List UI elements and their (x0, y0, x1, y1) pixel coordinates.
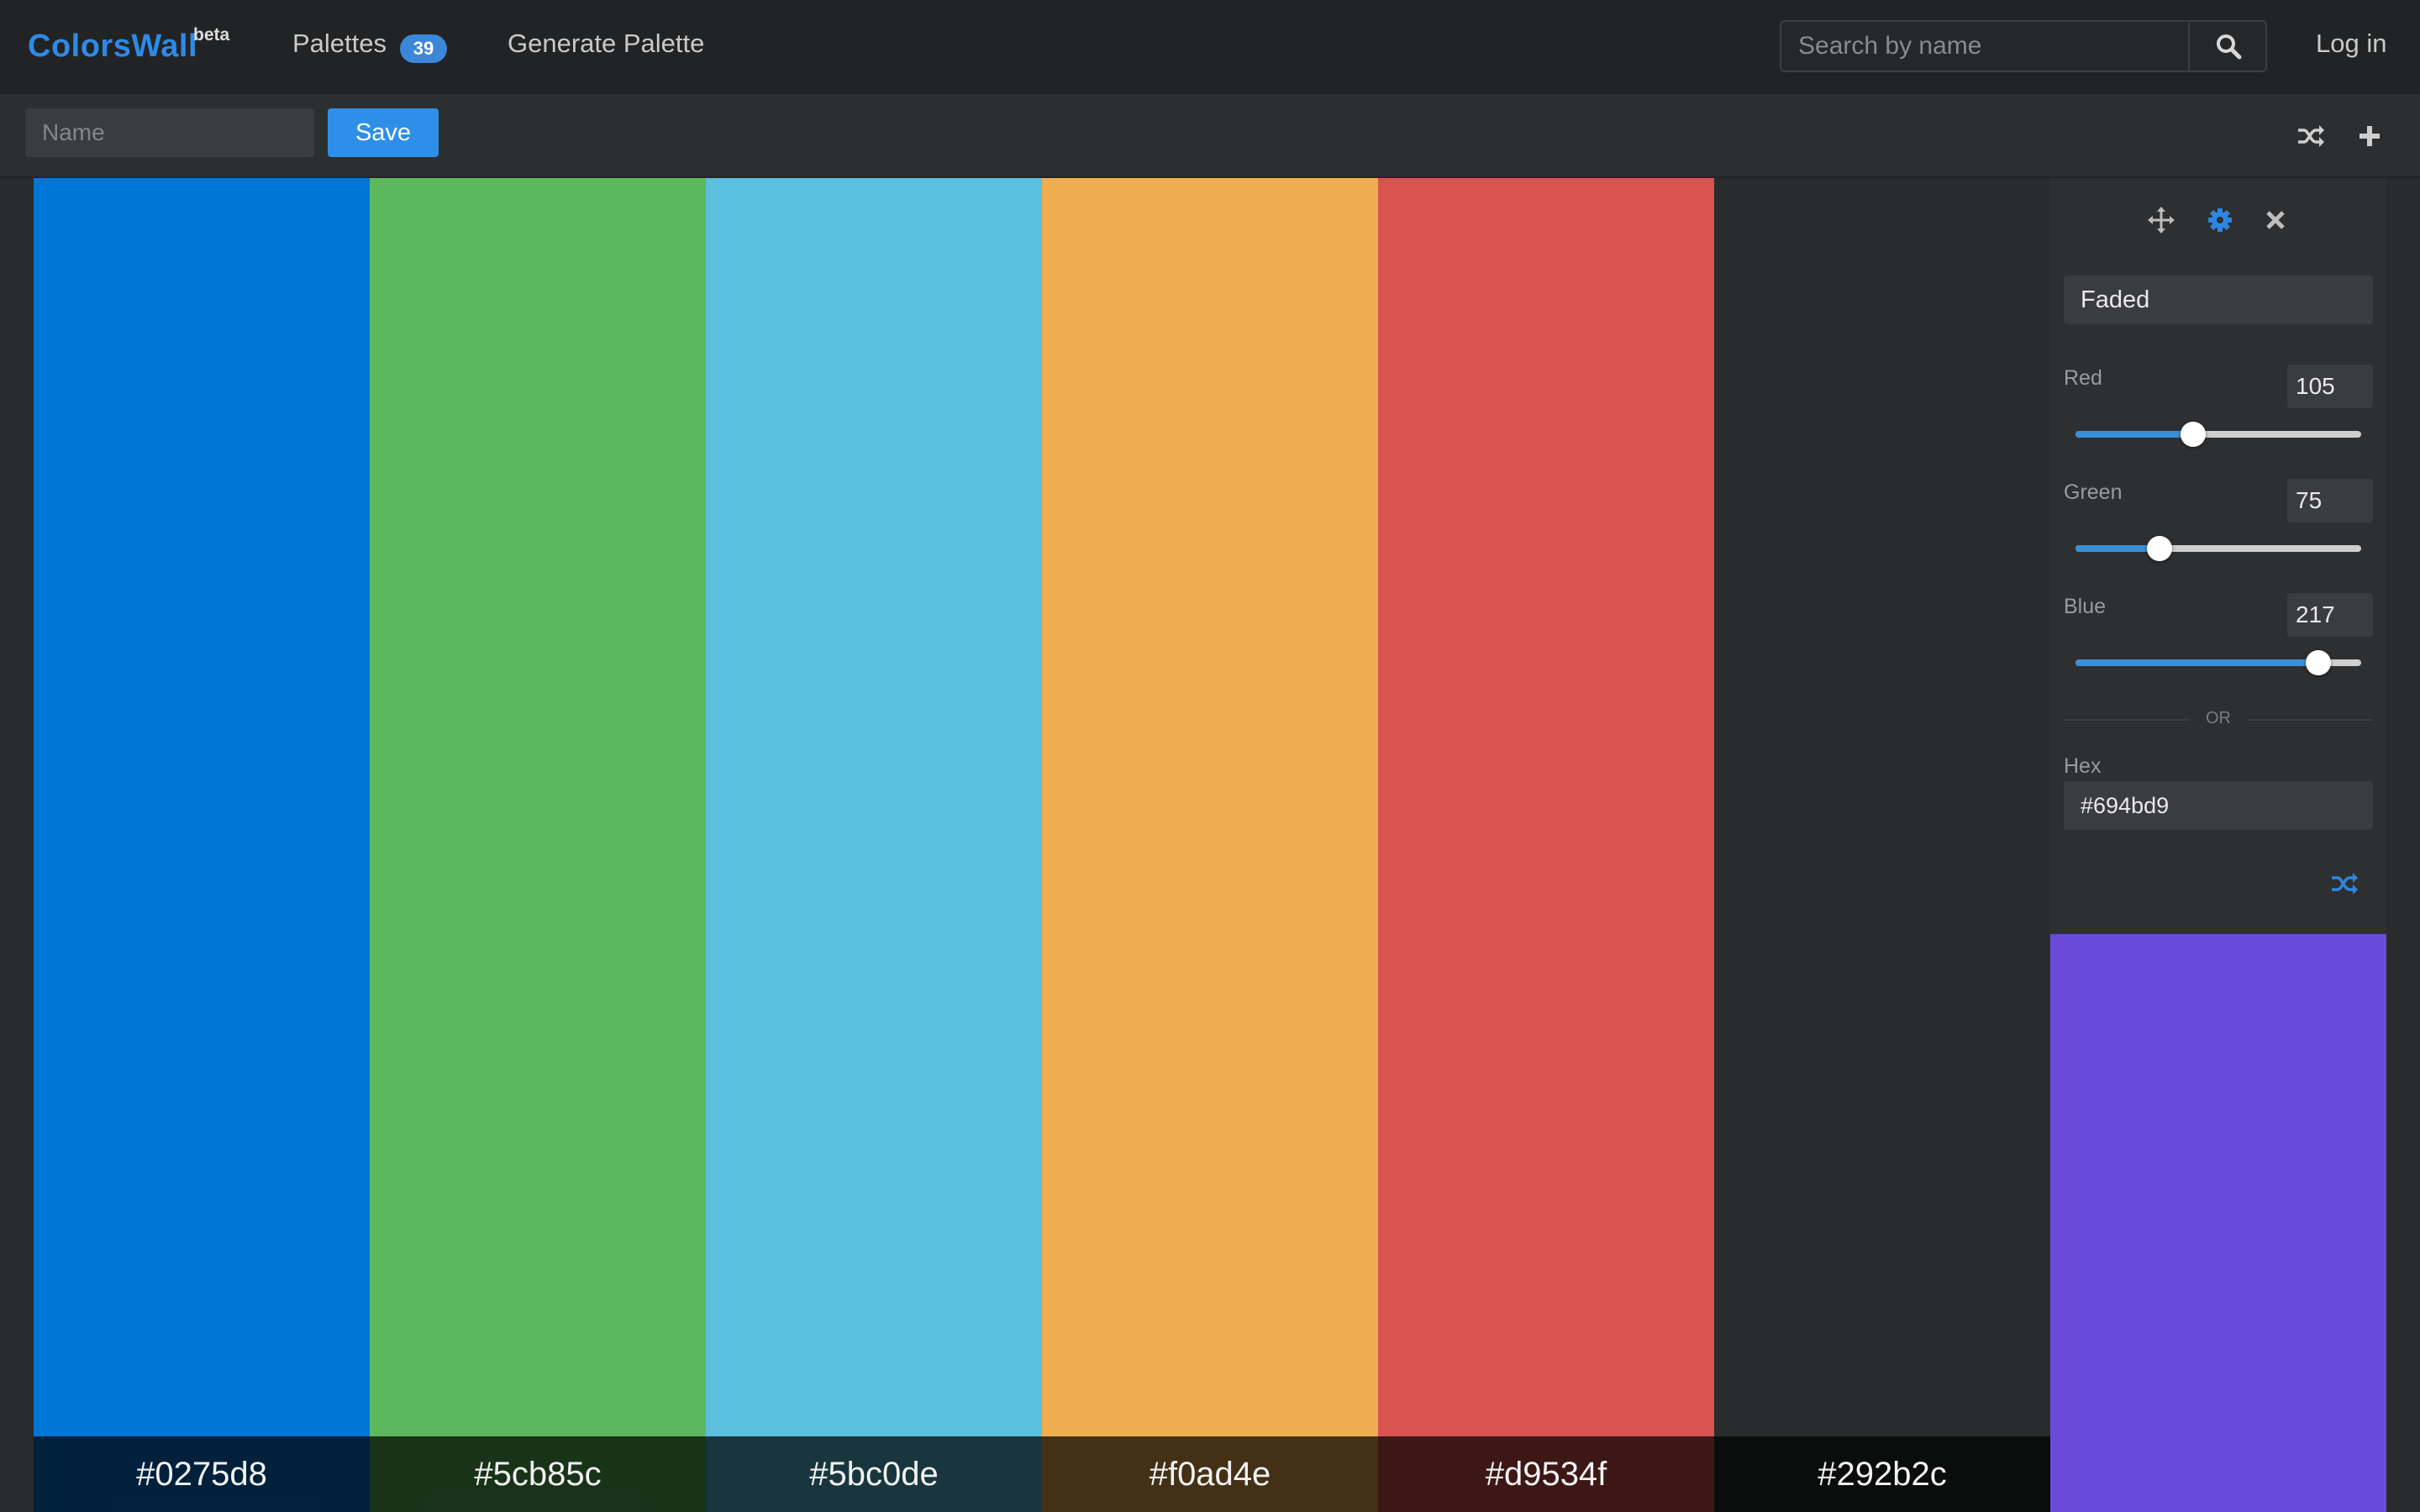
or-divider: OR (2064, 707, 2373, 732)
or-text: OR (2206, 709, 2231, 727)
plus-icon (2360, 126, 2380, 146)
shuffle-icon (2332, 873, 2358, 895)
palette-name-input[interactable] (25, 108, 314, 157)
login-link[interactable]: Log in (2316, 29, 2386, 59)
top-navbar: ColorsWall beta Palettes 39 Generate Pal… (0, 0, 2420, 94)
color-preview-swatch (2050, 934, 2386, 1512)
swatch-hex-label: #292b2c (1714, 1436, 2050, 1512)
search-icon (2217, 34, 2242, 60)
color-swatch[interactable]: #292b2c (1714, 178, 2050, 1512)
color-swatch[interactable]: #5cb85c (370, 178, 706, 1512)
swatch-hex-label: #5bc0de (706, 1436, 1042, 1512)
shuffle-palette-button[interactable] (2294, 119, 2328, 153)
save-button[interactable]: Save (328, 108, 439, 157)
green-label: Green (2064, 480, 2123, 504)
search-button[interactable] (2188, 22, 2267, 71)
search-box (1780, 20, 2267, 72)
color-swatch[interactable]: #5bc0de (706, 178, 1042, 1512)
color-swatch[interactable]: #0275d8 (34, 178, 370, 1512)
color-swatch[interactable]: #d9534f (1378, 178, 1714, 1512)
add-color-button[interactable] (2353, 119, 2386, 153)
color-editor-panel: Faded Red 105 Green 75 Blue 217 OR Hex #… (2050, 178, 2386, 934)
nav-palettes-link[interactable]: Palettes (292, 29, 387, 59)
color-preset-select[interactable]: Faded (2064, 276, 2373, 324)
blue-value-input[interactable]: 217 (2287, 593, 2373, 637)
move-icon (2148, 207, 2175, 234)
hex-label: Hex (2064, 754, 2102, 778)
color-palette: #0275d8 #5cb85c #5bc0de #f0ad4e #d9534f … (34, 178, 2050, 1512)
blue-label: Blue (2064, 595, 2107, 618)
gear-icon (2208, 208, 2232, 232)
remove-color-button[interactable] (2259, 203, 2292, 237)
palettes-count-badge: 39 (400, 34, 447, 63)
slider-fill (2075, 431, 2193, 438)
swatch-hex-label: #5cb85c (370, 1436, 706, 1512)
color-swatch[interactable]: #f0ad4e (1042, 178, 1378, 1512)
blue-slider[interactable] (2075, 650, 2361, 675)
palette-toolbar: Save (0, 94, 2420, 178)
nav-generate-palette-link[interactable]: Generate Palette (508, 29, 704, 59)
swatch-hex-label: #f0ad4e (1042, 1436, 1378, 1512)
green-value-input[interactable]: 75 (2287, 479, 2373, 522)
move-color-button[interactable] (2144, 203, 2178, 237)
hex-input[interactable]: #694bd9 (2064, 781, 2373, 830)
random-color-button[interactable] (2328, 867, 2361, 900)
slider-handle[interactable] (2306, 650, 2332, 675)
slider-handle[interactable] (2181, 422, 2206, 447)
swatch-hex-label: #0275d8 (34, 1436, 370, 1512)
red-label: Red (2064, 366, 2102, 390)
swatch-hex-label: #d9534f (1378, 1436, 1714, 1512)
shuffle-icon (2298, 125, 2324, 147)
green-slider[interactable] (2075, 536, 2361, 561)
slider-fill (2075, 659, 2319, 666)
color-settings-button[interactable] (2203, 203, 2237, 237)
red-slider[interactable] (2075, 422, 2361, 447)
slider-handle[interactable] (2147, 536, 2172, 561)
search-input[interactable] (1781, 22, 2188, 71)
red-value-input[interactable]: 105 (2287, 365, 2373, 408)
close-icon (2266, 211, 2285, 229)
brand-beta-tag: beta (193, 25, 230, 45)
brand-logo[interactable]: ColorsWall (28, 29, 197, 65)
